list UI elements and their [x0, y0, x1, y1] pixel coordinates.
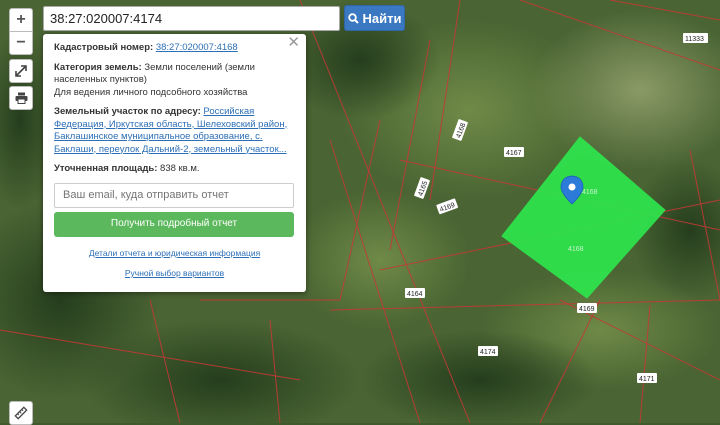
svg-text:4169: 4169 [579, 306, 595, 313]
details-link[interactable]: Детали отчета и юридическая информация [89, 248, 260, 258]
cadastral-search-input[interactable] [43, 6, 340, 31]
parcel-label-selected: 4168 [582, 189, 598, 196]
area-value: 838 кв.м. [160, 163, 200, 174]
cadastral-number-link[interactable]: 38:27:020007:4168 [156, 42, 238, 53]
ruler-button[interactable] [9, 401, 33, 425]
search-button[interactable]: Найти [344, 5, 405, 31]
svg-text:4171: 4171 [639, 376, 655, 383]
printer-icon [15, 92, 27, 104]
address-label: Земельный участок по адресу: [54, 106, 201, 117]
zoom-out-button[interactable]: − [9, 31, 33, 55]
area-label: Уточненная площадь: [54, 163, 158, 174]
close-icon[interactable]: ✕ [287, 35, 300, 49]
fullscreen-button[interactable] [9, 59, 33, 83]
parcel-label-selected-2: 4168 [568, 246, 584, 253]
print-button[interactable] [9, 86, 33, 110]
email-field[interactable] [54, 182, 294, 208]
cadastral-label: Кадастровый номер: [54, 42, 154, 53]
parcel-tag-4171: 4171 [637, 373, 657, 383]
parcel-tag-4174: 4174 [478, 346, 498, 356]
get-report-label: Получить подробный отчет [110, 217, 238, 229]
parcel-tag-11333: 11333 [683, 33, 708, 43]
svg-text:4174: 4174 [480, 349, 496, 356]
svg-text:11333: 11333 [685, 36, 704, 43]
parcel-tag-4164: 4164 [405, 288, 425, 298]
svg-text:4164: 4164 [407, 291, 423, 298]
minus-icon: − [16, 34, 26, 51]
expand-icon [15, 65, 27, 77]
search-icon [347, 12, 359, 24]
parcel-info-popup: ✕ Кадастровый номер: 38:27:020007:4168 К… [43, 34, 306, 292]
usage-value: Для ведения личного подсобного хозяйства [54, 86, 248, 98]
get-report-button[interactable]: Получить подробный отчет [54, 211, 294, 237]
plus-icon: + [16, 11, 26, 28]
parcel-tag-4169b: 4169 [577, 303, 597, 313]
ruler-icon [14, 406, 28, 420]
manual-selection-link[interactable]: Ручной выбор вариантов [125, 268, 224, 278]
parcel-tag-4167: 4167 [504, 147, 524, 157]
zoom-in-button[interactable]: + [9, 8, 33, 32]
category-label: Категория земель: [54, 61, 142, 73]
search-button-label: Найти [362, 10, 402, 26]
svg-text:4167: 4167 [506, 150, 522, 157]
